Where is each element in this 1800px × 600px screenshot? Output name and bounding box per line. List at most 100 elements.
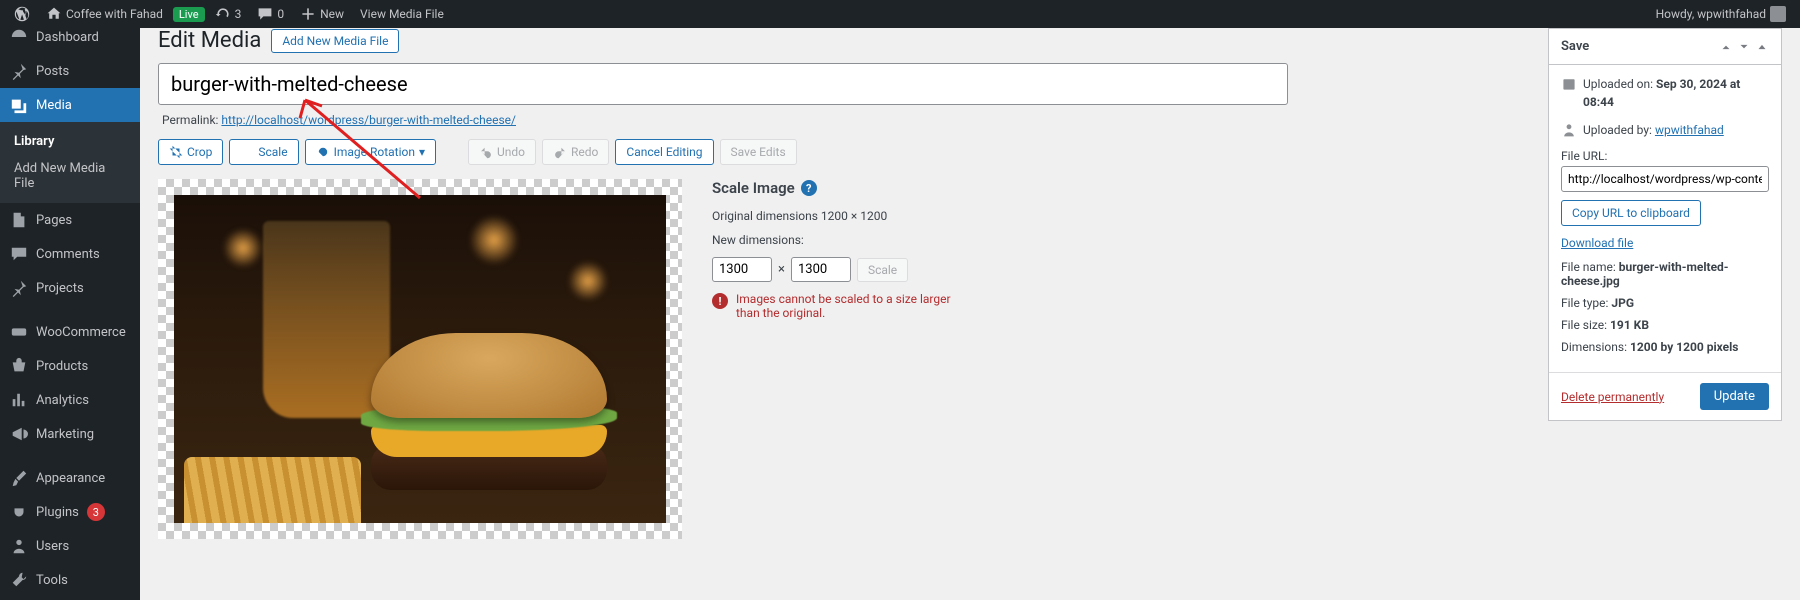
howdy-link[interactable]: Howdy, wpwithfahad (1650, 0, 1792, 28)
undo-button: Undo (468, 139, 536, 165)
pin-icon (10, 279, 28, 297)
error-text: Images cannot be scaled to a size larger… (736, 292, 972, 320)
cancel-editing-button[interactable]: Cancel Editing (615, 139, 713, 165)
sidebar-item-marketing[interactable]: Marketing (0, 417, 140, 451)
copy-url-button[interactable]: Copy URL to clipboard (1561, 200, 1701, 226)
page-icon (10, 211, 28, 229)
filetype-value: JPG (1611, 296, 1634, 310)
sidebar-sub-library[interactable]: Library (0, 128, 140, 155)
new-dimensions-label: New dimensions: (712, 233, 972, 247)
user-icon (10, 537, 28, 555)
view-media-link[interactable]: View Media File (354, 0, 450, 28)
plugins-badge: 3 (87, 503, 105, 521)
scale-button[interactable]: Scale (229, 139, 298, 165)
file-url-input[interactable] (1561, 166, 1769, 192)
analytics-icon (10, 391, 28, 409)
help-icon[interactable]: ? (801, 180, 817, 196)
image-editor-toolbar: Crop Scale Image Rotation ▾ Undo Redo Ca… (158, 139, 1288, 165)
user-icon (1561, 122, 1577, 138)
chevron-down-icon[interactable] (1737, 40, 1751, 54)
main-content: Edit Media Add New Media File Permalink:… (140, 28, 1800, 600)
live-badge: Live (173, 7, 205, 22)
comments-count: 0 (277, 7, 284, 21)
delete-permanently-link[interactable]: Delete permanently (1561, 390, 1664, 404)
new-content-link[interactable]: New (294, 0, 350, 28)
sidebar-item-pages[interactable]: Pages (0, 203, 140, 237)
sidebar-sub-add-new[interactable]: Add New Media File (0, 155, 140, 197)
pin-icon (10, 62, 28, 80)
updates-link[interactable]: 3 (209, 0, 248, 28)
redo-button: Redo (542, 139, 609, 165)
plug-icon (10, 503, 28, 521)
metabox-heading: Save (1561, 39, 1589, 54)
redo-icon (553, 145, 567, 159)
site-name-text: Coffee with Fahad (66, 7, 163, 21)
sidebar-item-woocommerce[interactable]: WooCommerce (0, 315, 140, 349)
scale-height-input[interactable] (791, 257, 851, 282)
image-canvas[interactable] (158, 179, 682, 539)
rotate-button[interactable]: Image Rotation ▾ (305, 139, 436, 165)
admin-sidebar: Dashboard Posts Media Library Add New Me… (0, 28, 140, 600)
sidebar-item-products[interactable]: Products (0, 349, 140, 383)
howdy-text: Howdy, wpwithfahad (1656, 7, 1766, 21)
products-icon (10, 357, 28, 375)
permalink-label: Permalink: (162, 113, 218, 127)
updates-count: 3 (235, 7, 242, 21)
page-title: Edit Media (158, 28, 261, 53)
avatar (1770, 6, 1786, 22)
permalink-link[interactable]: http://localhost/wordpress/burger-with-m… (221, 113, 516, 127)
comment-icon (257, 6, 273, 22)
rotate-icon (316, 145, 330, 159)
add-new-media-button[interactable]: Add New Media File (271, 29, 399, 53)
sidebar-item-tools[interactable]: Tools (0, 563, 140, 597)
sidebar-item-posts[interactable]: Posts (0, 54, 140, 88)
admin-toolbar: Coffee with Fahad Live 3 0 New View Medi… (0, 0, 1800, 28)
original-dimensions-text: Original dimensions 1200 × 1200 (712, 209, 972, 223)
comments-link[interactable]: 0 (251, 0, 290, 28)
wrench-icon (10, 571, 28, 589)
file-url-label: File URL: (1561, 149, 1769, 163)
save-metabox: Save Uploaded on: Sep 30, 2024 at 08:44 (1548, 28, 1782, 421)
scale-icon (240, 145, 254, 159)
sidebar-item-projects[interactable]: Projects (0, 271, 140, 305)
dimensions-value: 1200 by 1200 pixels (1630, 340, 1739, 354)
download-file-link[interactable]: Download file (1561, 236, 1633, 250)
uploaded-by-link[interactable]: wpwithfahad (1655, 123, 1724, 137)
scale-heading: Scale Image (712, 179, 795, 197)
brush-icon (10, 469, 28, 487)
sidebar-item-analytics[interactable]: Analytics (0, 383, 140, 417)
sidebar-item-comments[interactable]: Comments (0, 237, 140, 271)
woo-icon (10, 323, 28, 341)
plus-icon (300, 6, 316, 22)
sidebar-item-plugins[interactable]: Plugins3 (0, 495, 140, 529)
scale-width-input[interactable] (712, 257, 772, 282)
update-button[interactable]: Update (1700, 383, 1769, 410)
crop-icon (169, 145, 183, 159)
caret-up-icon[interactable] (1755, 40, 1769, 54)
scale-image-panel: Scale Image ? Original dimensions 1200 ×… (712, 179, 972, 539)
megaphone-icon (10, 425, 28, 443)
image-preview (174, 195, 666, 523)
dashboard-icon (10, 28, 28, 46)
undo-icon (479, 145, 493, 159)
calendar-icon (1561, 76, 1577, 92)
media-icon (10, 96, 28, 114)
sidebar-item-users[interactable]: Users (0, 529, 140, 563)
media-title-input[interactable] (158, 63, 1288, 105)
crop-button[interactable]: Crop (158, 139, 223, 165)
sidebar-item-appearance[interactable]: Appearance (0, 461, 140, 495)
scale-submit-button: Scale (857, 258, 908, 282)
sidebar-submenu-media: Library Add New Media File (0, 122, 140, 203)
comment-icon (10, 245, 28, 263)
scale-error-message: ! Images cannot be scaled to a size larg… (712, 292, 972, 320)
chevron-up-icon[interactable] (1719, 40, 1733, 54)
sidebar-item-media[interactable]: Media (0, 88, 140, 122)
sidebar-item-dashboard[interactable]: Dashboard (0, 20, 140, 54)
times-symbol: × (778, 262, 785, 277)
new-label: New (320, 7, 344, 21)
permalink-row: Permalink: http://localhost/wordpress/bu… (162, 113, 1284, 127)
filesize-value: 191 KB (1610, 318, 1649, 332)
refresh-icon (215, 6, 231, 22)
error-icon: ! (712, 293, 728, 309)
save-edits-button: Save Edits (720, 139, 797, 165)
